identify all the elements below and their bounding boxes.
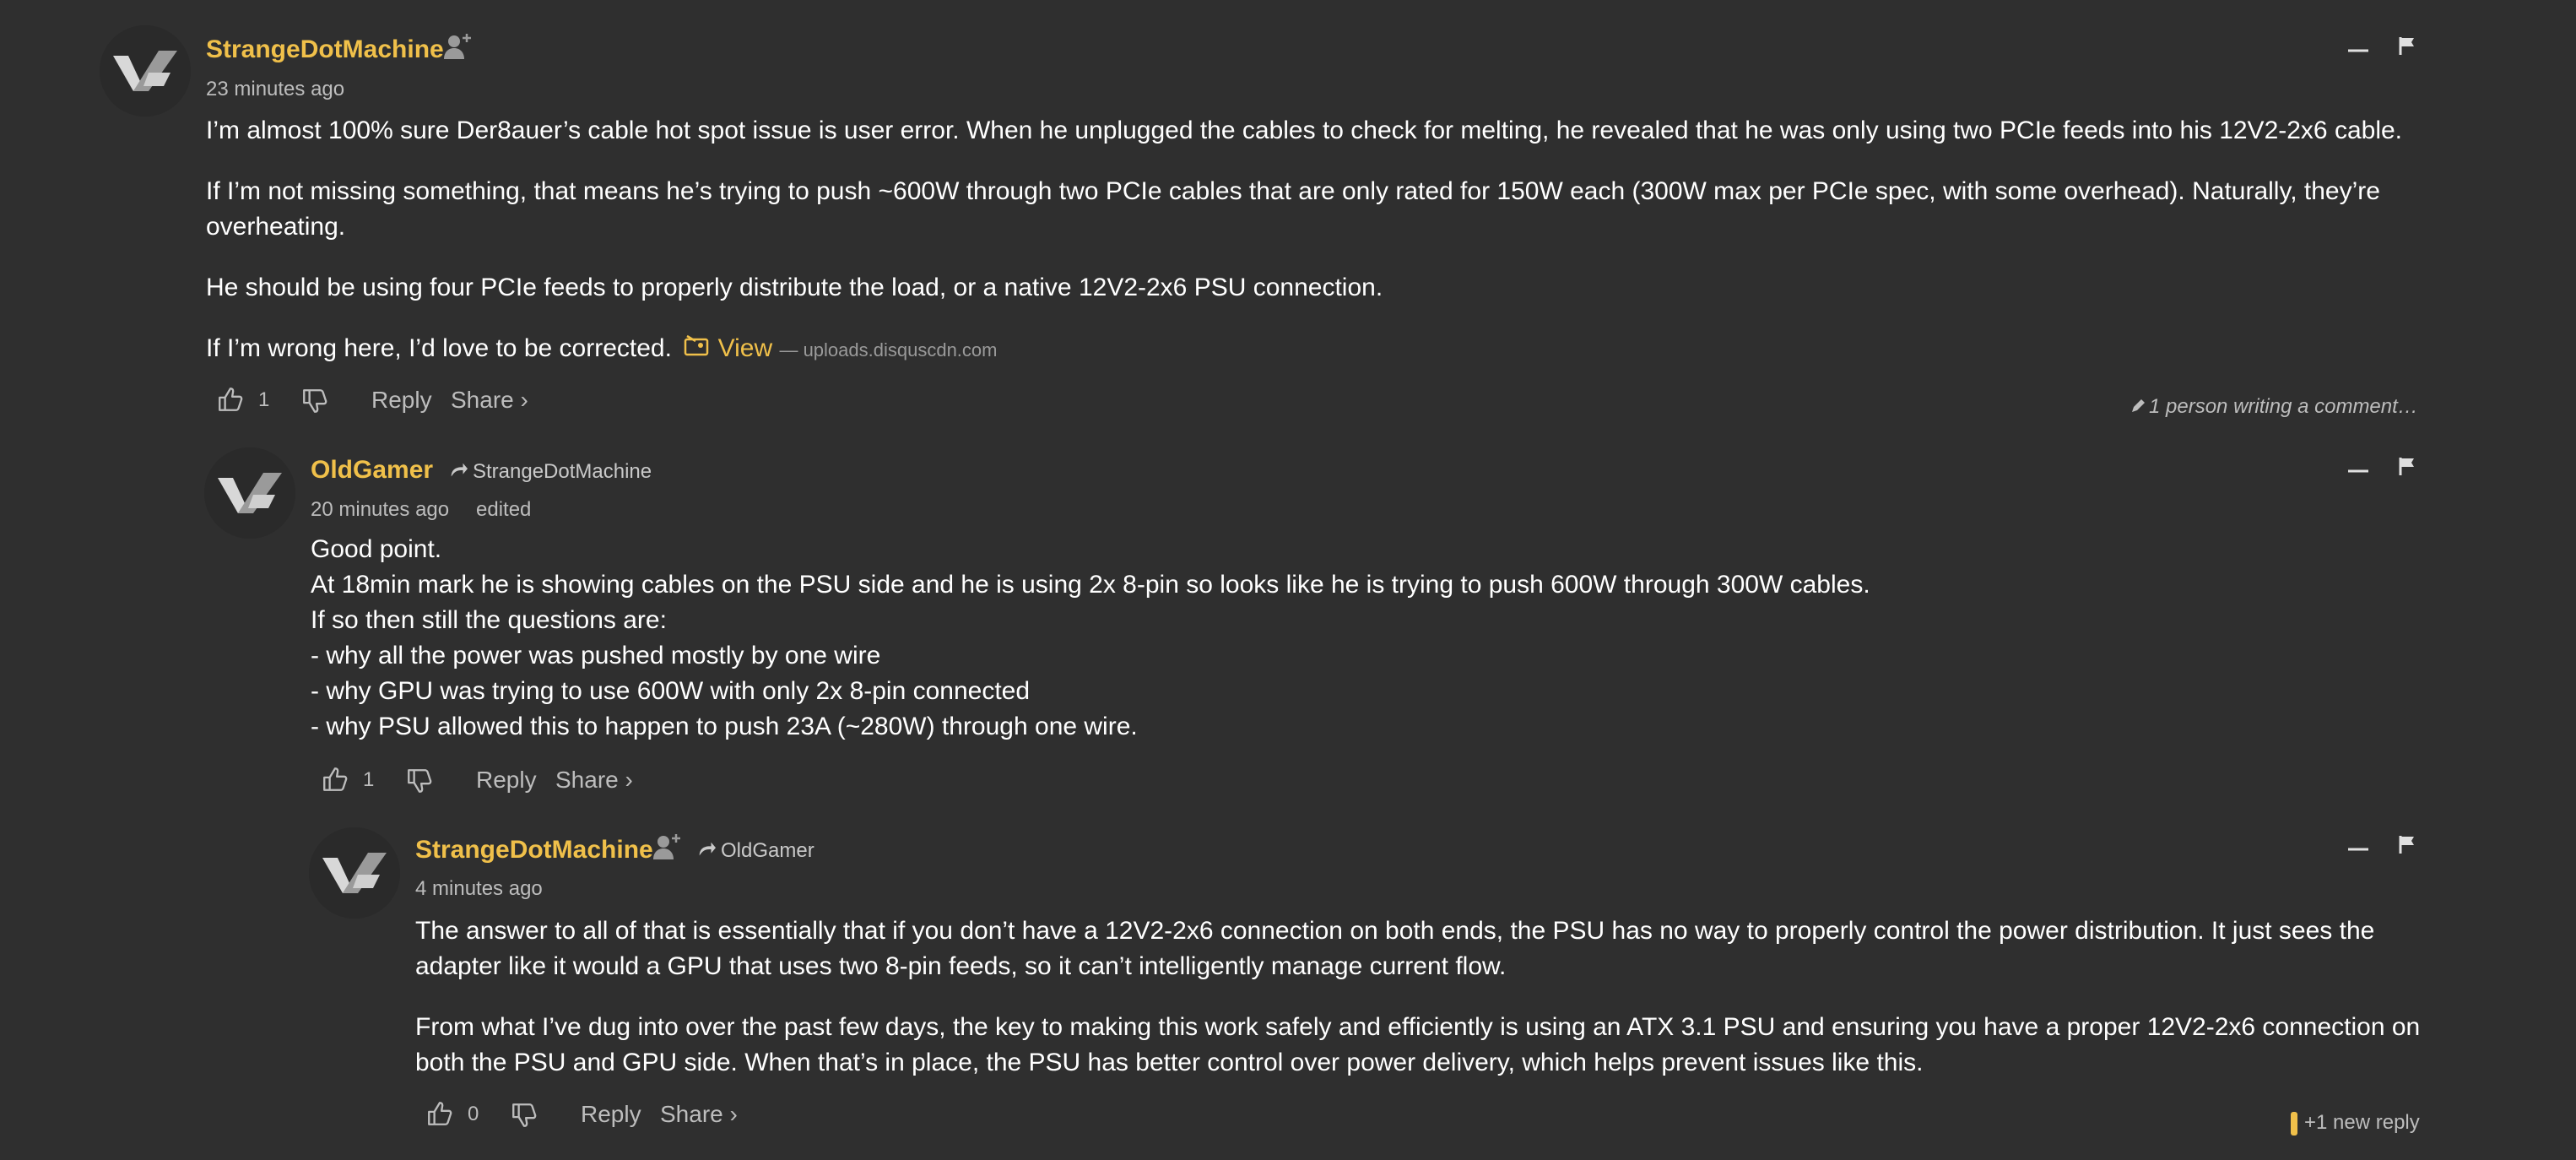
reply-button[interactable]: Reply [581,1098,641,1131]
paragraph-line: adapter like it would a GPU that uses tw… [415,952,1507,980]
comment-body: The answer to all of that is essentially… [415,913,2475,1081]
paragraph-line: From what I’ve dug into over the past fe… [415,1013,2421,1041]
comment-3: StrangeDotMachine OldGamer 4 minutes ago… [0,0,2576,1160]
reply-arrow-icon [697,840,716,859]
timestamp[interactable]: 4 minutes ago [415,877,543,901]
follow-icon[interactable] [652,832,682,863]
share-button[interactable]: Share › [660,1098,738,1131]
reply-to[interactable]: OldGamer [697,839,814,863]
paragraph: The answer to all of that is essentially… [415,913,2475,984]
comment-actions: 0 Reply Share › [425,1098,1101,1131]
paragraph: From what I’ve dug into over the past fe… [415,1010,2475,1081]
reply-to-author: OldGamer [721,839,814,862]
new-reply-bar [2291,1111,2297,1136]
paragraph-line: The answer to all of that is essentially… [415,917,2375,945]
avatar-logo-icon [309,827,400,919]
upvote-count: 0 [468,1103,479,1125]
paragraph-line: both the PSU and GPU side. When that’s i… [415,1049,1924,1076]
new-reply-text: +1 new reply [2304,1111,2420,1134]
collapse-icon[interactable] [2348,839,2368,859]
flag-icon[interactable] [2397,834,2417,854]
new-reply-indicator[interactable]: +1 new reply [2291,1111,2420,1136]
upvote-button[interactable] [425,1098,454,1128]
avatar[interactable] [309,827,400,919]
author-name[interactable]: StrangeDotMachine [415,836,653,865]
thumbs-down-icon [510,1101,538,1130]
thumbs-up-icon [425,1099,454,1128]
downvote-button[interactable] [510,1098,538,1130]
